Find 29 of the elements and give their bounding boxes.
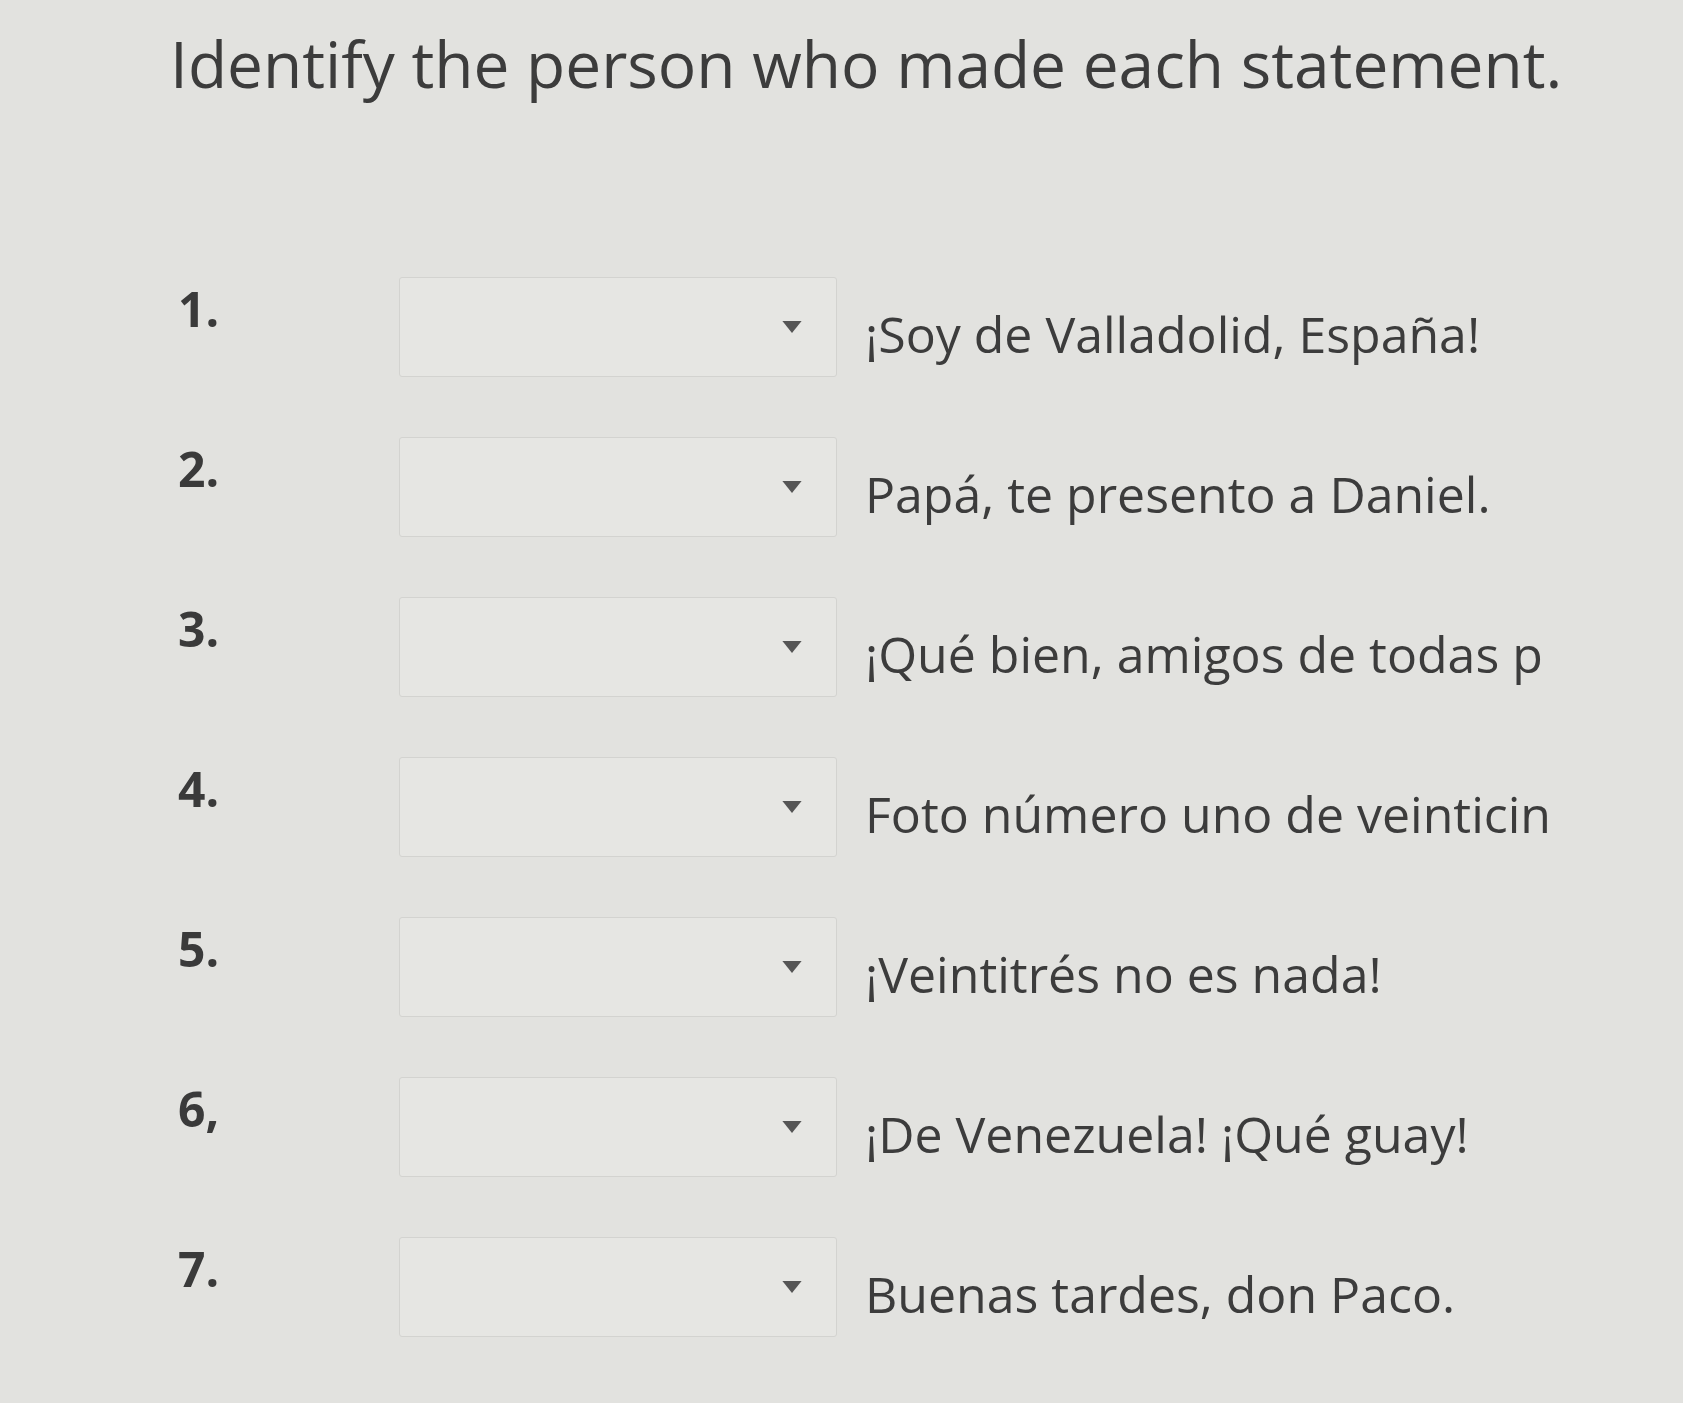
caret-icon (782, 641, 802, 653)
statement-text: ¡Qué bien, amigos de todas p (865, 622, 1543, 686)
item-number: 6, (178, 1081, 221, 1137)
caret-icon (782, 961, 802, 973)
dropdown-field[interactable] (399, 757, 837, 857)
item-number: 4. (178, 761, 221, 817)
statement-text: ¡De Venezuela! ¡Qué guay! (865, 1102, 1469, 1166)
dropdown-field[interactable] (399, 437, 837, 537)
dropdown-field[interactable] (399, 277, 837, 377)
statement-text: Foto número uno de veinticin (865, 782, 1552, 846)
question-title: Identify the person who made each statement. (170, 22, 1563, 106)
statement-text: ¡Soy de Valladolid, España! (865, 302, 1481, 366)
item-number: 1. (178, 281, 221, 337)
dropdown-field[interactable] (399, 917, 837, 1017)
statement-text: Papá, te presento a Daniel. (865, 462, 1491, 526)
dropdown-field[interactable] (399, 597, 837, 697)
caret-icon (782, 801, 802, 813)
caret-icon (782, 481, 802, 493)
item-number: 5. (178, 921, 221, 977)
statement-text: ¡Veintitrés no es nada! (865, 942, 1382, 1006)
caret-icon (782, 1121, 802, 1133)
caret-icon (782, 1281, 802, 1293)
caret-icon (782, 321, 802, 333)
item-number: 7. (178, 1241, 221, 1297)
dropdown-field[interactable] (399, 1237, 837, 1337)
item-number: 3. (178, 601, 221, 657)
item-number: 2. (178, 441, 221, 497)
statement-text: Buenas tardes, don Paco. (865, 1262, 1456, 1326)
dropdown-field[interactable] (399, 1077, 837, 1177)
